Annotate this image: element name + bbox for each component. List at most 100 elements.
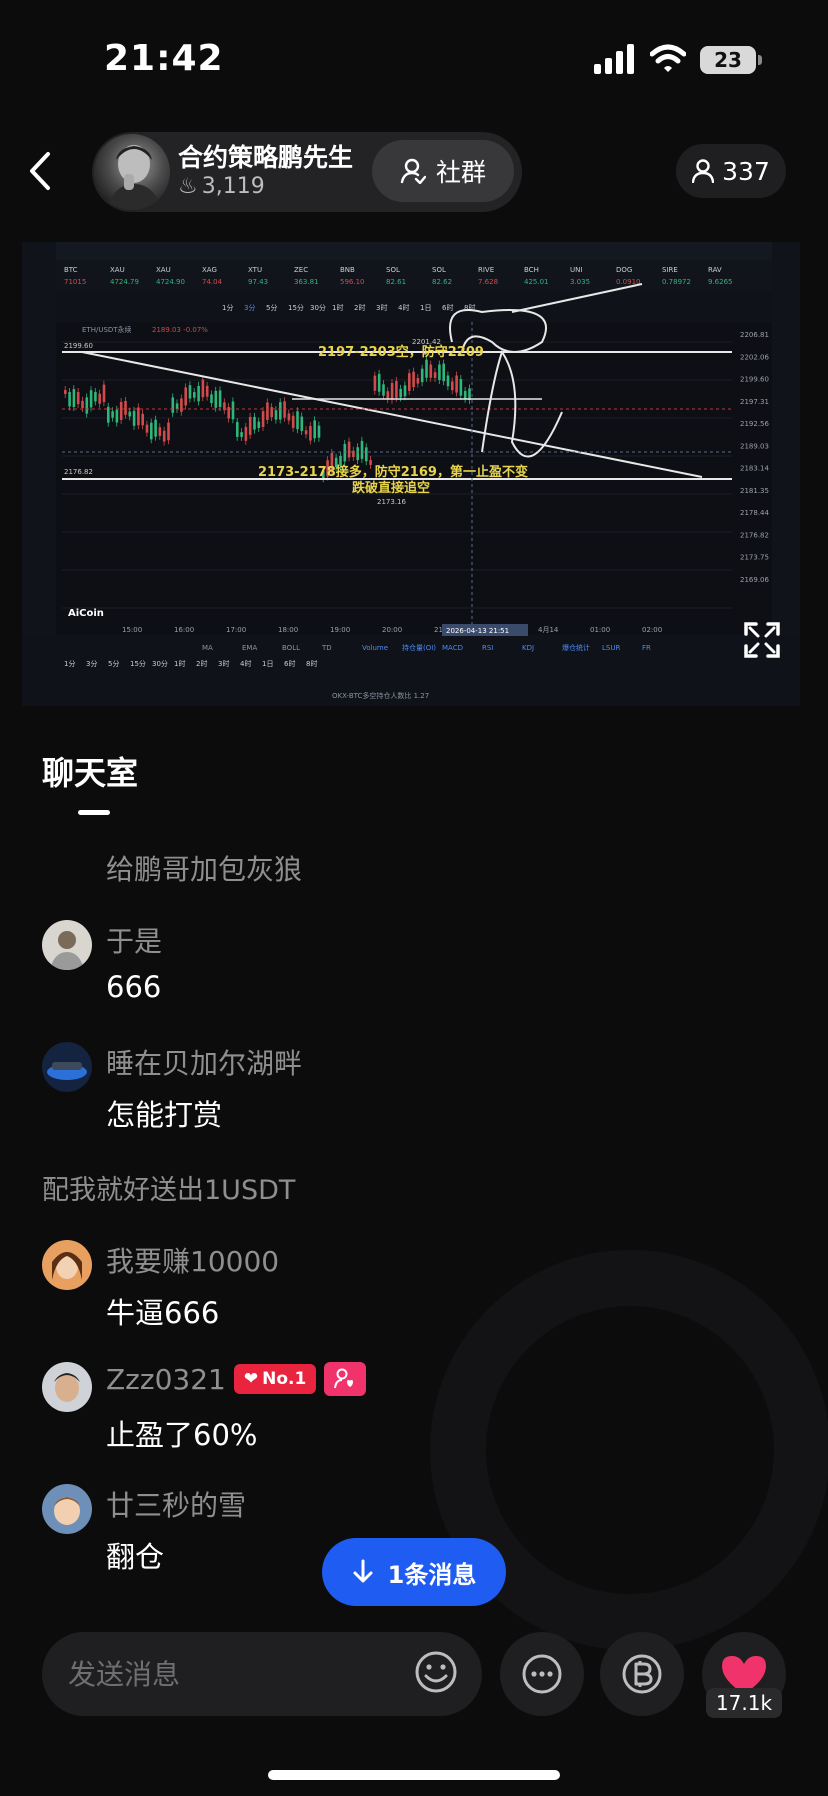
timeframe-tab[interactable]: 1分 [222,303,233,312]
high-label: 2201.42 [412,338,441,346]
ticker-symbol[interactable]: XAU [110,266,125,274]
user-avatar[interactable] [42,1042,92,1092]
left-top-price: 2199.60 [64,342,93,350]
timeframe-tab[interactable]: 4时 [398,303,409,312]
live-video[interactable]: BTC 71015 XAU 4724.79 XAU 4724.90 XAG 74.04 XTU 9… [22,242,800,706]
candle-body [81,400,84,408]
message-input[interactable] [68,1654,408,1694]
trend-line [81,351,703,478]
chat-username[interactable]: 廿三秒的雪 [106,1484,246,1524]
ticker-price: 4724.79 [110,278,139,286]
bottom-timeframe-tab[interactable]: 8时 [306,659,317,668]
timeframe-tab[interactable]: 5分 [266,303,277,312]
bottom-timeframe-tab[interactable]: 5分 [108,659,119,668]
chat-username[interactable]: 睡在贝加尔湖畔 [106,1042,302,1082]
ticker-symbol[interactable]: XAG [202,266,217,274]
indicator-tab[interactable]: RSI [482,644,493,652]
bottom-timeframe-tab[interactable]: 30分 [152,659,168,668]
more-button[interactable] [500,1632,584,1716]
community-button[interactable]: 社群 [372,140,514,202]
time-tick: 16:00 [174,626,194,634]
host-likes: ♨ 3,119 [178,174,265,199]
candle-body [167,422,170,441]
timeframe-tab[interactable]: 1日 [420,304,431,312]
candle-body [145,424,149,433]
indicator-tab[interactable]: BOLL [282,644,300,652]
timeframe-tab[interactable]: 6时 [442,303,453,312]
indicator-tab[interactable]: EMA [242,644,257,652]
new-messages-button[interactable]: 1条消息 [322,1538,506,1606]
candle-body [180,398,183,412]
user-avatar[interactable] [42,1240,92,1290]
indicator-tab[interactable]: TD [321,644,332,652]
chat-username[interactable]: 于是 [106,920,162,960]
fan-badge-icon [324,1362,367,1396]
annotation-top: 2197-2203空，防守2209 [318,344,484,360]
ticker-symbol[interactable]: XTU [248,266,262,274]
indicator-tab[interactable]: LSUR [602,644,620,652]
timeframe-tab[interactable]: 3分 [244,303,255,312]
candle-body [236,422,239,437]
user-avatar[interactable] [42,920,92,970]
bottom-timeframe-tab[interactable]: 6时 [284,659,295,668]
bottom-timeframe-tab[interactable]: 1日 [262,660,273,668]
timeframe-tab[interactable]: 15分 [288,303,304,312]
indicator-tab[interactable]: Volume [362,644,388,652]
timeframe-tab[interactable]: 30分 [310,303,326,312]
candle-body [425,359,428,378]
ticker-symbol[interactable]: ZEC [294,266,308,274]
indicator-tab[interactable]: FR [642,644,651,652]
candle-body [266,402,269,420]
ticker-symbol[interactable]: BNB [340,266,355,274]
ticker-symbol[interactable]: RIVE [478,266,494,274]
emoji-icon[interactable] [412,1648,460,1696]
bottom-timeframe-tab[interactable]: 4时 [240,659,251,668]
candle-body [386,391,390,400]
ticker-price: 74.04 [202,278,223,286]
back-icon[interactable] [22,146,62,196]
fullscreen-icon[interactable] [742,620,782,660]
timeframe-tab[interactable]: 1时 [332,303,343,312]
coin-button[interactable] [600,1632,684,1716]
bottom-timeframe-tab[interactable]: 1时 [174,659,185,668]
indicator-tab[interactable]: KDJ [522,644,534,652]
indicator-tab[interactable]: MA [202,644,213,652]
chat-username[interactable]: Zzz0321 ❤ No.1 [106,1362,367,1396]
bottom-timeframe-tab[interactable]: 3分 [86,659,97,668]
aicoin-brand: AiCoin [68,608,104,619]
timeframe-tab[interactable]: 2时 [354,303,365,312]
ticker-symbol[interactable]: BTC [64,266,78,274]
ticker-symbol[interactable]: SOL [432,266,446,274]
bottom-timeframe-tab[interactable]: 2时 [196,659,207,668]
price-axis: 2206.81 2202.06 2199.60 2197.31 2192.56 2189.… [740,331,769,584]
ticker-symbol[interactable]: RAV [708,266,722,274]
bottom-timeframe-tab[interactable]: 3时 [218,659,229,668]
host-avatar[interactable] [94,134,170,210]
timeframe-tab[interactable]: 3时 [376,303,387,312]
user-avatar[interactable] [42,1362,92,1412]
candle-body [124,400,127,415]
user-avatar[interactable] [42,1484,92,1534]
price-tick: 2178.44 [740,509,769,517]
chat-tab-indicator [78,810,110,815]
battery-nub [758,55,762,65]
bottom-timeframe-tab[interactable]: 1分 [64,659,75,668]
ticker-symbol[interactable]: DOG [616,266,632,274]
chat-username[interactable]: 我要赚10000 [106,1240,279,1280]
indicator-tab[interactable]: MACD [442,644,463,652]
ticker-symbol[interactable]: BCH [524,266,539,274]
candle-body [287,413,291,421]
ticker-symbol[interactable]: UNI [570,266,582,274]
candle-body [193,392,196,398]
bottom-timeframe-tab[interactable]: 15分 [130,659,146,668]
indicator-tab[interactable]: 持仓量(OI) [402,643,436,652]
ticker-symbol[interactable]: SOL [386,266,400,274]
candle-body [201,379,205,398]
indicator-tab[interactable]: 爆仓统计 [562,643,590,652]
candle-body [89,390,93,408]
candle-body [240,432,243,437]
viewer-count-button[interactable]: 337 [676,144,786,198]
candle-body [343,443,347,462]
ticker-symbol[interactable]: SIRE [662,266,678,274]
ticker-symbol[interactable]: XAU [156,266,171,274]
